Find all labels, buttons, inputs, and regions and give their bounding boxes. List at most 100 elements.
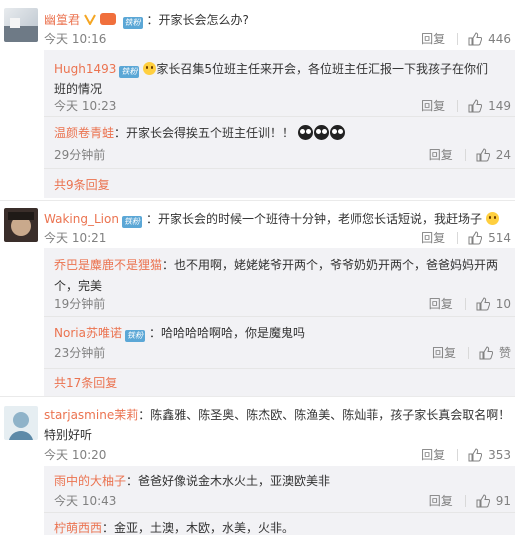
like-count: 24 bbox=[495, 147, 511, 162]
like-icon[interactable] bbox=[479, 345, 493, 360]
reply-actions: 回复 赞 bbox=[432, 344, 511, 361]
reply-line: 雨中的大柚子：爸爸好像说金木水火土，亚澳欧美非 bbox=[54, 472, 330, 489]
user-name[interactable]: Noria苏唯诺 bbox=[54, 326, 122, 340]
avatar[interactable] bbox=[4, 8, 38, 42]
comment-text-line2: 特别好听 bbox=[44, 428, 93, 442]
divider bbox=[457, 231, 459, 244]
reply-item: Noria苏唯诺 铁粉 ：哈哈哈哈啊哈，你是魔鬼吗 23分钟前 回复 赞 bbox=[44, 318, 515, 364]
reply-button[interactable]: 回复 bbox=[421, 446, 445, 463]
reply-text: ：也不用啊，姥姥姥爷开两个，爷爷奶奶开两个，爸爸妈妈开两 bbox=[162, 258, 499, 272]
like-count: 514 bbox=[488, 230, 511, 245]
comment-text: ：开家长会怎么办? bbox=[146, 13, 249, 27]
more-replies-link[interactable]: 共9条回复 bbox=[54, 176, 110, 193]
user-name[interactable]: Hugh1493 bbox=[54, 62, 116, 76]
reply-button[interactable]: 回复 bbox=[429, 295, 453, 312]
avatar[interactable] bbox=[4, 208, 38, 242]
fan-badge: 铁粉 bbox=[121, 216, 142, 228]
reply-list: Hugh1493 铁粉 家长召集5位班主任来开会，各位班主任汇报一下我孩子在你们 班… bbox=[44, 50, 515, 198]
like-count: 353 bbox=[488, 447, 511, 462]
reply-time: 今天 10:43 bbox=[54, 494, 117, 508]
reply-actions: 回复 10 bbox=[429, 295, 511, 312]
like-icon[interactable] bbox=[468, 230, 483, 245]
user-name[interactable]: 温颜卷青蛙 bbox=[54, 126, 114, 140]
like-icon[interactable] bbox=[476, 493, 490, 508]
reply-button[interactable]: 回复 bbox=[421, 30, 445, 47]
fan-badge: 铁粉 bbox=[124, 330, 145, 342]
reply-item: 乔巴是麋鹿不是狸猫：也不用啊，姥姥姥爷开两个，爷爷奶奶开两个，爸爸妈妈开两 个，… bbox=[44, 248, 515, 312]
user-name[interactable]: Waking_Lion bbox=[44, 212, 119, 226]
divider bbox=[44, 116, 515, 117]
fan-badge: 铁粉 bbox=[119, 66, 140, 78]
reply-time: 29分钟前 bbox=[54, 148, 106, 162]
like-count: 446 bbox=[488, 31, 511, 46]
user-name[interactable]: 雨中的大柚子 bbox=[54, 474, 126, 488]
user-name[interactable]: 幽篁君 bbox=[44, 13, 80, 27]
reply-text: ：开家长会得挨五个班主任训！！ bbox=[114, 126, 295, 140]
reply-text-line2: 个，完美 bbox=[54, 279, 103, 293]
reply-actions: 回复 149 bbox=[421, 97, 511, 114]
divider bbox=[44, 368, 515, 369]
divider bbox=[464, 297, 466, 310]
like-icon[interactable] bbox=[476, 296, 490, 311]
comment-actions: 回复 353 bbox=[421, 446, 511, 463]
comment-actions: 回复 514 bbox=[421, 229, 511, 246]
eyes-emoji-icon bbox=[297, 125, 313, 140]
like-count: 149 bbox=[488, 98, 511, 113]
reply-line: Hugh1493 铁粉 家长召集5位班主任来开会，各位班主任汇报一下我孩子在你们 bbox=[54, 60, 488, 78]
verified-icon bbox=[83, 14, 96, 25]
reply-actions: 回复 91 bbox=[429, 492, 511, 509]
reply-text: ：爸爸好像说金木水火土，亚澳欧美非 bbox=[126, 474, 331, 488]
reply-item: 雨中的大柚子：爸爸好像说金木水火土，亚澳欧美非 今天 10:43 回复 91 bbox=[44, 466, 515, 510]
eyes-emoji-icon bbox=[329, 125, 345, 140]
comment-line: 幽篁君 铁粉 ：开家长会怎么办? bbox=[44, 11, 249, 29]
like-icon[interactable] bbox=[468, 31, 483, 46]
comment-time: 今天 10:16 bbox=[44, 32, 107, 46]
like-icon[interactable] bbox=[476, 147, 490, 162]
user-name[interactable]: 乔巴是麋鹿不是狸猫 bbox=[54, 258, 162, 272]
reply-button[interactable]: 回复 bbox=[429, 146, 453, 163]
divider bbox=[464, 148, 466, 161]
divider bbox=[457, 448, 459, 461]
eyes-emoji-icon bbox=[313, 125, 329, 140]
comment-time: 今天 10:20 bbox=[44, 448, 107, 462]
reply-item: Hugh1493 铁粉 家长召集5位班主任来开会，各位班主任汇报一下我孩子在你们 班… bbox=[44, 50, 515, 114]
reply-text: 家长召集5位班主任来开会，各位班主任汇报一下我孩子在你们 bbox=[156, 62, 489, 76]
reply-text: ：哈哈哈哈啊哈，你是魔鬼吗 bbox=[148, 326, 305, 340]
user-name[interactable]: starjasmine茉莉 bbox=[44, 408, 138, 422]
reply-button[interactable]: 回复 bbox=[421, 229, 445, 246]
divider bbox=[44, 512, 515, 513]
comment-text: ：陈鑫雅、陈圣奥、陈杰欧、陈渔美、陈灿菲，孩子家长真会取名啊！ bbox=[138, 408, 511, 422]
avatar[interactable] bbox=[4, 406, 38, 440]
comment-text: ：开家长会的时候一个班待十分钟，老师您长话短说，我赶场子 bbox=[145, 212, 482, 226]
divider bbox=[457, 32, 459, 45]
comment-3: starjasmine茉莉：陈鑫雅、陈圣奥、陈杰欧、陈渔美、陈灿菲，孩子家长真会… bbox=[0, 396, 515, 535]
reply-actions: 回复 24 bbox=[429, 146, 511, 163]
reply-button[interactable]: 回复 bbox=[432, 344, 456, 361]
like-count: 10 bbox=[495, 296, 511, 311]
avatar-image bbox=[8, 212, 34, 236]
avatar-image bbox=[4, 18, 38, 42]
reply-time: 19分钟前 bbox=[54, 297, 106, 311]
more-replies-link[interactable]: 共17条回复 bbox=[54, 374, 117, 391]
user-name[interactable]: 柠萌西西 bbox=[54, 521, 102, 535]
like-icon[interactable] bbox=[468, 447, 483, 462]
like-icon[interactable] bbox=[468, 98, 483, 113]
comment-line: starjasmine茉莉：陈鑫雅、陈圣奥、陈杰欧、陈渔美、陈灿菲，孩子家长真会… bbox=[44, 406, 510, 423]
reply-item: 温颜卷青蛙：开家长会得挨五个班主任训！！ 29分钟前 回复 24 bbox=[44, 118, 515, 164]
divider bbox=[457, 99, 459, 112]
divider bbox=[467, 346, 469, 359]
vip-crown-icon bbox=[99, 13, 116, 25]
divider bbox=[464, 494, 466, 507]
reply-time: 今天 10:23 bbox=[54, 99, 117, 113]
reply-list: 乔巴是麋鹿不是狸猫：也不用啊，姥姥姥爷开两个，爷爷奶奶开两个，爸爸妈妈开两 个，… bbox=[44, 248, 515, 396]
comment-time: 今天 10:21 bbox=[44, 231, 107, 245]
reply-button[interactable]: 回复 bbox=[429, 492, 453, 509]
reply-button[interactable]: 回复 bbox=[421, 97, 445, 114]
reply-line: 温颜卷青蛙：开家长会得挨五个班主任训！！ bbox=[54, 124, 346, 141]
reply-item: 柠萌西西：金亚，土澳，木欧，水美，火非。 bbox=[44, 514, 515, 535]
divider bbox=[44, 316, 515, 317]
like-count: 赞 bbox=[498, 346, 511, 360]
reply-list: 雨中的大柚子：爸爸好像说金木水火土，亚澳欧美非 今天 10:43 回复 91 柠… bbox=[44, 466, 515, 535]
reply-line: 柠萌西西：金亚，土澳，木欧，水美，火非。 bbox=[54, 519, 294, 535]
like-count: 91 bbox=[495, 493, 511, 508]
